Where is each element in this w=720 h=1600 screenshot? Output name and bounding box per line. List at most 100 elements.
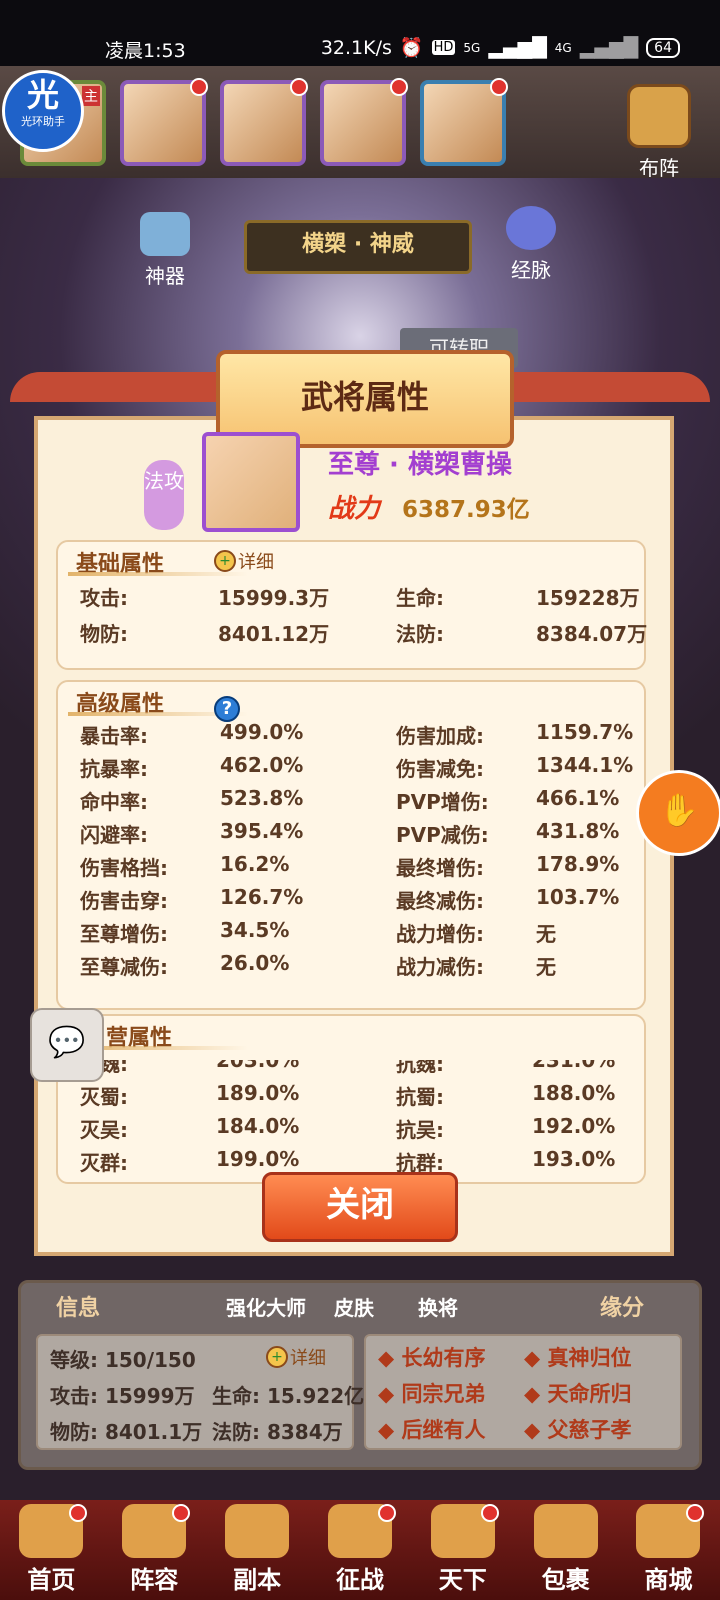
info-level: 等级: 150/150 [50,1348,196,1372]
advanced-row-5-k2: 最终增伤: [396,856,484,880]
info-attack: 攻击: 15999万 [50,1384,195,1408]
basic-row-2-key2: 法防: [396,622,444,646]
advanced-row-8-k2: 战力减伤: [396,955,484,979]
tab-skin[interactable]: 皮肤 [334,1292,374,1321]
advanced-row-7-v2: 无 [536,922,556,946]
red-dot-icon [190,78,208,96]
artifact-label: 神器 [145,264,185,288]
bag-icon [533,1504,598,1558]
tab-swap-hero[interactable]: 换将 [418,1292,458,1321]
deploy-label: 布阵 [639,156,679,180]
hero-name: 至尊 · 横槊曹操 [328,450,512,480]
status-time: 凌晨1:53 [105,40,186,62]
advanced-row-7-k2: 战力增伤: [396,922,484,946]
close-button[interactable]: 关闭 [262,1172,458,1242]
fate-2: ◆ 真神归位 [524,1346,632,1370]
advanced-row-7-k1: 至尊增伤: [80,922,168,946]
advanced-row-1-v1: 499.0% [220,720,304,744]
camp-row-2-v2: 188.0% [532,1081,616,1105]
basic-detail-link[interactable]: + 详细 [214,548,274,574]
basic-row-2-key1: 物防: [80,622,128,646]
nav-dungeon[interactable]: 副本 [211,1504,303,1600]
hero-portrait-3[interactable] [220,78,308,166]
helper-badge[interactable]: 光 光环助手 [2,70,84,152]
artifact-button[interactable]: 神器 [140,212,190,289]
fate-3: ◆ 同宗兄弟 [378,1382,486,1406]
chat-icon: 💬 [48,1025,86,1060]
camp-row-4-k1: 灭群: [80,1151,128,1175]
nav-shop[interactable]: 商城 [622,1504,714,1600]
advanced-row-8-k1: 至尊减伤: [80,955,168,979]
tab-fate[interactable]: 缘分 [600,1290,644,1322]
camp-row-2-k1: 灭蜀: [80,1085,128,1109]
advanced-row-3-k1: 命中率: [80,790,148,814]
nav-world[interactable]: 天下 [417,1504,509,1600]
nav-campaign[interactable]: 征战 [314,1504,406,1600]
chat-button[interactable]: 💬 [30,1008,104,1082]
camp-row-2-v1: 189.0% [216,1081,300,1105]
fate-5: ◆ 后继有人 [378,1418,486,1442]
advanced-row-8-v1: 26.0% [220,951,290,975]
advanced-row-1-k2: 伤害加成: [396,724,484,748]
camp-row-4-v2: 193.0% [532,1147,616,1171]
info-mdef: 法防: 8384万 [212,1420,343,1444]
battery-icon: 64 [646,37,680,58]
fate-4: ◆ 天命所归 [524,1382,632,1406]
meridian-label: 经脉 [511,258,551,282]
basic-row-1-val1: 15999.3万 [218,586,330,610]
class-badge: 法攻 [144,460,184,530]
power-label: 战力 [328,494,381,524]
signal-bars-icon-2: ▂▄▆█ [579,36,639,59]
advanced-row-5-k1: 伤害格挡: [80,856,168,880]
hero-portrait-row: 主 [0,66,720,178]
info-detail-link[interactable]: + 详细 [266,1344,326,1370]
hero-portrait-5[interactable] [420,78,508,166]
hero-portrait-2[interactable] [120,78,208,166]
advanced-row-6-k1: 伤害击穿: [80,889,168,913]
status-bar: 凌晨1:53 32.1K/s ⏰ HD 5G ▂▄▆█ 4G ▂▄▆█ 64 [0,0,720,66]
hd-icon: HD [431,40,456,55]
advanced-row-2-v2: 1344.1% [536,753,634,777]
status-right: 32.1K/s ⏰ HD 5G ▂▄▆█ 4G ▂▄▆█ 64 [321,36,680,59]
palm-floating-button[interactable]: ✋ [636,770,720,856]
signal-bars-icon: ▂▄▆█ [488,36,547,59]
tab-enhance-master[interactable]: 强化大师 [226,1292,306,1321]
help-icon[interactable]: ? [214,696,240,722]
advanced-row-5-v2: 178.9% [536,852,620,876]
advanced-row-8-v2: 无 [536,955,556,979]
meridian-button[interactable]: 经脉 [506,206,556,283]
red-dot-icon [480,1504,499,1522]
tab-info[interactable]: 信息 [56,1290,100,1322]
meridian-icon [506,206,556,250]
advanced-row-2-k1: 抗暴率: [80,757,148,781]
info-pdef: 物防: 8401.1万 [50,1420,203,1444]
deploy-button[interactable]: 布阵 [624,84,694,180]
camp-row-4-v1: 199.0% [216,1147,300,1171]
magnifier-icon: + [214,550,236,572]
camp-row-3-v2: 192.0% [532,1114,616,1138]
power-value: 6387.93亿 [402,497,530,523]
fate-1: ◆ 长幼有序 [378,1346,486,1370]
nav-bag[interactable]: 包裹 [520,1504,612,1600]
palm-icon: ✋ [659,791,699,829]
red-dot-icon [377,1504,396,1522]
advanced-row-4-v1: 395.4% [220,819,304,843]
main-tag: 主 [82,86,100,106]
advanced-row-3-v2: 466.1% [536,786,620,810]
nav-home[interactable]: 首页 [5,1504,97,1600]
red-dot-icon [490,78,508,96]
awakening-banner: 横槊 · 神威 [244,220,472,274]
red-dot-icon [69,1504,88,1522]
nav-lineup[interactable]: 阵容 [108,1504,200,1600]
alarm-icon: ⏰ [399,37,424,59]
hero-portrait-4[interactable] [320,78,408,166]
red-dot-icon [172,1504,191,1522]
red-dot-icon [290,78,308,96]
signal-4g-icon: 4G [554,40,572,55]
advanced-row-5-v1: 16.2% [220,852,290,876]
helper-badge-text: 光环助手 [21,115,65,128]
camp-row-3-v1: 184.0% [216,1114,300,1138]
red-dot-icon [390,78,408,96]
camp-row-3-k2: 抗吴: [396,1118,444,1142]
magnifier-icon: + [266,1346,288,1368]
